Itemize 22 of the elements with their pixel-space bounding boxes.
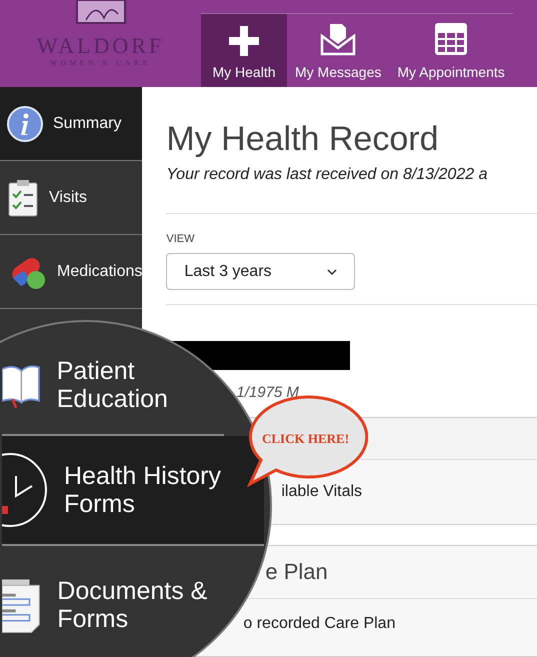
chevron-down-icon [327,268,338,274]
info-icon [7,106,43,142]
callout-text: CLICK HERE! [262,430,350,448]
nav-tab[interactable]: My Messages [287,14,390,87]
envelope-icon [320,22,356,56]
nav-tab[interactable]: My Health [201,14,287,87]
clipboard-icon [7,178,39,216]
page-title: My Health Record [166,119,440,160]
care-plan-text: o recorded Care Plan [243,614,396,634]
record-subtitle: Your record was last received on 8/13/2022 a [166,164,488,184]
nav-tab[interactable]: My Appointments [389,14,513,87]
sidebar-item[interactable]: Health History Forms [2,436,264,546]
plus-icon [229,26,259,56]
patient-details: 1/1975 M [235,383,300,403]
view-select[interactable]: Last 3 years [166,253,356,290]
vitals-text: ilable Vitals [281,482,362,502]
view-label: VIEW [166,232,196,246]
care-plan-heading: e Plan [265,558,328,586]
sidebar-item[interactable]: Patient Education [2,336,224,436]
calendar-icon [434,22,468,56]
sidebar-item[interactable]: Summary [0,87,142,161]
logo-icon [76,0,126,24]
